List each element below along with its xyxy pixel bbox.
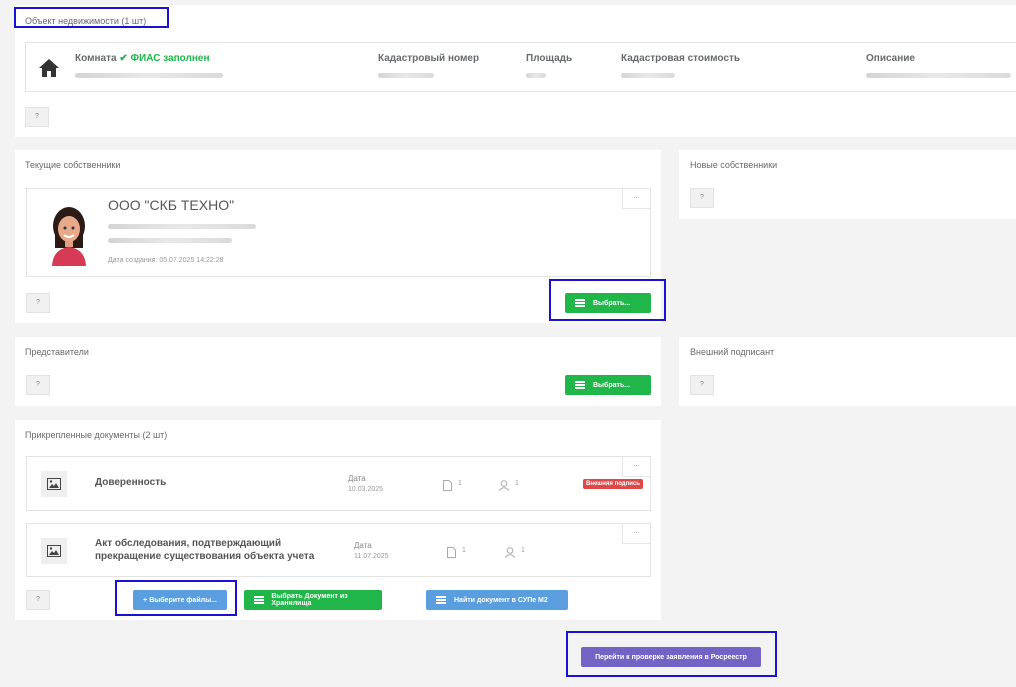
owners-help-button[interactable]: ?	[26, 293, 50, 313]
property-card: Комната ✔ ФИАС заполнен Кадастровый номе…	[25, 42, 1016, 92]
check-icon: ✔	[119, 53, 128, 64]
document-date: 10.03.2025	[348, 486, 384, 493]
document-date-label: Дата	[354, 541, 372, 550]
new-owners-panel: Новые собственники ?	[679, 150, 1016, 219]
highlight-proceed	[566, 631, 777, 677]
image-icon	[41, 538, 67, 564]
avatar	[49, 204, 89, 271]
document-signers: 1	[515, 480, 519, 487]
external-signer-title: Внешний подписант	[690, 347, 775, 357]
list-icon	[575, 381, 585, 389]
fias-status: ФИАС заполнен	[130, 53, 210, 64]
external-signer-help-button[interactable]: ?	[690, 375, 714, 395]
list-icon	[436, 596, 446, 604]
col-area: Площадь	[526, 53, 573, 64]
find-in-suvp-button[interactable]: Найти документ в СУПе М2	[426, 590, 568, 610]
cost-blurred	[621, 73, 675, 78]
area-blurred	[526, 73, 546, 78]
description-blurred	[866, 73, 1011, 78]
owner-name: ООО "СКБ ТЕХНО"	[108, 197, 235, 213]
new-owners-help-button[interactable]: ?	[690, 188, 714, 208]
document-name: Доверенность	[95, 477, 167, 488]
representatives-help-button[interactable]: ?	[26, 375, 50, 395]
property-help-button[interactable]: ?	[25, 107, 49, 127]
representatives-panel: Представители ? Выбрать...	[15, 337, 661, 406]
col-cadastral-cost: Кадастровая стоимость	[621, 53, 740, 64]
documents-panel: Прикрепленные документы (2 шт) Доверенно…	[15, 420, 661, 620]
col-cadastral-number: Кадастровый номер	[378, 53, 480, 64]
external-signature-badge: Внешняя подпись	[583, 479, 643, 489]
document-menu-button[interactable]: ...	[622, 524, 650, 544]
documents-help-button[interactable]: ?	[26, 590, 50, 610]
owner-person-blurred	[108, 224, 256, 229]
owner-card: ООО "СКБ ТЕХНО" Дата создания: 05.07.202…	[26, 188, 651, 277]
select-representative-label: Выбрать...	[593, 381, 631, 389]
select-representative-button[interactable]: Выбрать...	[565, 375, 651, 395]
document-row[interactable]: Акт обследования, подтверждающий прекращ…	[26, 523, 651, 577]
document-date-label: Дата	[348, 474, 366, 483]
owner-details-blurred	[108, 238, 232, 243]
new-owners-title: Новые собственники	[690, 160, 778, 170]
select-from-storage-label: Выбрать Документ из Хранилища	[271, 593, 348, 607]
documents-title: Прикрепленные документы (2 шт)	[25, 430, 168, 440]
document-pages: 1	[462, 547, 466, 554]
file-icon	[447, 545, 456, 563]
address-blurred	[75, 73, 223, 78]
document-name: Акт обследования, подтверждающий прекращ…	[95, 538, 315, 562]
owner-created-date: Дата создания: 05.07.2025 14:22:28	[108, 257, 224, 264]
home-icon	[38, 57, 60, 84]
highlight-property-title	[14, 7, 169, 28]
document-row[interactable]: Доверенность Дата 10.03.2025 1 1 Внешняя…	[26, 456, 651, 511]
image-icon	[41, 471, 67, 497]
document-signers: 1	[521, 547, 525, 554]
document-date: 11.07.2025	[354, 553, 389, 560]
document-pages: 1	[458, 480, 462, 487]
highlight-choose-files	[115, 580, 237, 616]
current-owners-title: Текущие собственники	[25, 160, 121, 170]
cadastral-number-blurred	[378, 73, 434, 78]
property-type-line: Комната ✔ ФИАС заполнен	[75, 53, 210, 64]
list-icon	[254, 596, 264, 604]
col-description: Описание	[866, 53, 915, 64]
signer-icon	[504, 545, 516, 563]
document-menu-button[interactable]: ...	[622, 457, 650, 477]
representatives-title: Представители	[25, 347, 89, 357]
file-icon	[443, 478, 452, 496]
select-from-storage-button[interactable]: Выбрать Документ из Хранилища	[244, 590, 382, 610]
signer-icon	[498, 478, 510, 496]
find-in-suvp-label: Найти документ в СУПе М2	[454, 596, 548, 604]
property-type: Комната	[75, 53, 117, 64]
highlight-select-owner	[549, 279, 666, 321]
owner-menu-button[interactable]: ...	[622, 189, 650, 209]
external-signer-panel: Внешний подписант ?	[679, 337, 1016, 406]
